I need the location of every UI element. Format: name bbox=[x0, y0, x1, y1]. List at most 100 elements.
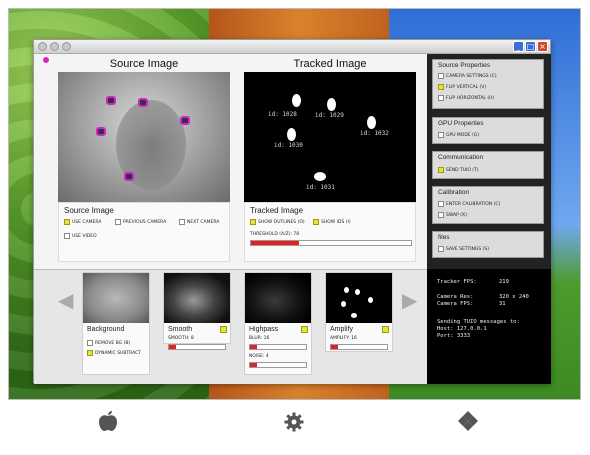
calibration-group: Calibration ENTER CALIBRATION (C) SWAP (… bbox=[432, 186, 544, 224]
source-image-title: Source Image bbox=[109, 58, 179, 70]
minimize-light-icon[interactable] bbox=[50, 42, 59, 51]
camera-settings-option[interactable]: CAMERA SETTINGS (C) bbox=[438, 73, 497, 79]
checkbox[interactable] bbox=[438, 246, 444, 252]
enter-calibration-option[interactable]: ENTER CALIBRATION (C) bbox=[438, 201, 500, 207]
show-outlines-option[interactable]: SHOW OUTLINES (O) bbox=[250, 219, 305, 225]
blob-id-label: id: 1030 bbox=[274, 142, 303, 149]
remove-bg-option[interactable]: REMOVE BG (B) bbox=[87, 340, 130, 346]
panel-heading: Tracked Image bbox=[250, 206, 304, 215]
scroll-left-icon[interactable]: ◀ bbox=[58, 288, 73, 312]
flip-horizontal-option[interactable]: FLIP HORIZONTAL (H) bbox=[438, 95, 494, 101]
show-ids-option[interactable]: SHOW IDS (I) bbox=[313, 219, 351, 225]
scroll-right-icon[interactable]: ▶ bbox=[402, 288, 417, 312]
filter-name: Smooth bbox=[168, 326, 193, 333]
checkbox[interactable] bbox=[438, 212, 444, 218]
dynamic-subtract-option[interactable]: DYNAMIC SUBTRACT bbox=[87, 350, 141, 356]
smooth-label: SMOOTH: 8 bbox=[168, 336, 194, 341]
checkbox[interactable] bbox=[87, 350, 93, 356]
panel-heading: Source Image bbox=[64, 206, 114, 215]
amplified-blob bbox=[368, 297, 373, 303]
threshold-slider[interactable] bbox=[250, 240, 412, 246]
filter-enable-checkbox[interactable] bbox=[382, 326, 389, 333]
minimize-icon[interactable]: _ bbox=[513, 41, 524, 52]
screenshot: _ □ × Source Image Tracked Image id: 102… bbox=[0, 0, 590, 455]
filter-highpass: Highpass BLUR: 16 NOISE: 4 bbox=[244, 272, 312, 375]
checkbox[interactable] bbox=[179, 219, 185, 225]
use-video-option[interactable]: USE VIDEO bbox=[64, 233, 97, 239]
maximize-icon[interactable]: □ bbox=[525, 41, 536, 52]
tracker-stats: Tracker FPS: 219 Camera Res: 320 x 240 C… bbox=[427, 269, 551, 384]
checkbox[interactable] bbox=[250, 219, 256, 225]
filter-enable-checkbox[interactable] bbox=[301, 326, 308, 333]
amplified-blob bbox=[341, 301, 346, 307]
save-settings-option[interactable]: SAVE SETTINGS (S) bbox=[438, 246, 489, 252]
filter-name: Background bbox=[87, 326, 125, 333]
amplify-thumbnail bbox=[326, 273, 392, 323]
checkbox[interactable] bbox=[438, 95, 444, 101]
gpu-mode-option[interactable]: GPU MODE (G) bbox=[438, 132, 479, 138]
group-heading: Calibration bbox=[438, 189, 470, 196]
tuio-host: Host: 127.0.0.1 bbox=[437, 326, 487, 332]
checkbox[interactable] bbox=[64, 233, 70, 239]
previous-camera-option[interactable]: PREVIOUS CAMERA bbox=[115, 219, 166, 225]
tracked-image-view: id: 1028 id: 1029 id: 1030 id: 1032 id: … bbox=[244, 72, 416, 202]
swap-option[interactable]: SWAP (X) bbox=[438, 212, 467, 218]
blob-outline bbox=[138, 98, 148, 107]
filter-smooth: Smooth SMOOTH: 8 bbox=[163, 272, 231, 350]
group-heading: Communication bbox=[438, 154, 484, 161]
checkbox[interactable] bbox=[438, 73, 444, 79]
filter-background: Background REMOVE BG (B) DYNAMIC SUBTRAC… bbox=[82, 272, 150, 375]
apple-icon[interactable] bbox=[98, 410, 118, 432]
checkbox[interactable] bbox=[115, 219, 121, 225]
gpu-properties-group: GPU Properties GPU MODE (G) bbox=[432, 117, 544, 144]
source-properties-group: Source Properties CAMERA SETTINGS (C) FL… bbox=[432, 59, 544, 109]
checkbox[interactable] bbox=[313, 219, 319, 225]
checkbox[interactable] bbox=[87, 340, 93, 346]
checkbox[interactable] bbox=[438, 84, 444, 90]
amplified-blob bbox=[355, 289, 360, 295]
zoom-light-icon[interactable] bbox=[62, 42, 71, 51]
checkbox[interactable] bbox=[64, 219, 70, 225]
filter-name: Amplify bbox=[330, 326, 353, 333]
windows-icon[interactable] bbox=[458, 411, 478, 431]
use-camera-option[interactable]: USE CAMERA bbox=[64, 219, 101, 225]
tracked-image-title: Tracked Image bbox=[293, 58, 367, 70]
blob-outline bbox=[96, 127, 106, 136]
tracked-blob bbox=[287, 128, 296, 141]
group-heading: files bbox=[438, 234, 450, 241]
checkbox[interactable] bbox=[438, 167, 444, 173]
tracked-blob bbox=[314, 172, 326, 181]
smooth-slider[interactable] bbox=[168, 344, 226, 350]
checkbox[interactable] bbox=[438, 132, 444, 138]
camera-res-label: Camera Res: bbox=[437, 294, 474, 300]
checkbox[interactable] bbox=[438, 201, 444, 207]
camera-fps-label: Camera FPS: bbox=[437, 301, 474, 307]
title-bar[interactable]: _ □ × bbox=[34, 40, 550, 54]
blur-slider[interactable] bbox=[249, 344, 307, 350]
slider-fill bbox=[250, 363, 257, 367]
filter-enable-checkbox[interactable] bbox=[220, 326, 227, 333]
slider-fill bbox=[251, 241, 299, 245]
gear-icon[interactable] bbox=[284, 412, 304, 432]
flip-vertical-option[interactable]: FLIP VERTICAL (V) bbox=[438, 84, 486, 90]
blob-outline bbox=[124, 172, 134, 181]
source-image-panel: Source Image USE CAMERA PREVIOUS CAMERA … bbox=[58, 202, 230, 262]
amplified-blob bbox=[351, 313, 357, 318]
noise-slider[interactable] bbox=[249, 362, 307, 368]
platform-icon-bar bbox=[0, 400, 590, 455]
close-light-icon[interactable] bbox=[38, 42, 47, 51]
blob-outline bbox=[106, 96, 116, 105]
tuio-sending-text: Sending TUIO messages to: bbox=[437, 319, 520, 325]
send-tuio-option[interactable]: SEND TUIO (T) bbox=[438, 167, 479, 173]
source-image-view bbox=[58, 72, 230, 202]
blur-label: BLUR: 16 bbox=[249, 336, 270, 341]
next-camera-option[interactable]: NEXT CAMERA bbox=[179, 219, 219, 225]
filter-strip: ◀ ▶ Background REMOVE BG (B) DYNAMIC SUB… bbox=[34, 269, 427, 384]
settings-sidebar: Source Properties CAMERA SETTINGS (C) FL… bbox=[427, 54, 551, 269]
filter-amplify: Amplify AMPLIFY: 16 bbox=[325, 272, 393, 352]
blob-id-label: id: 1028 bbox=[268, 111, 297, 118]
amplify-slider[interactable] bbox=[330, 344, 388, 350]
smooth-thumbnail bbox=[164, 273, 230, 323]
highpass-thumbnail bbox=[245, 273, 311, 323]
close-icon[interactable]: × bbox=[537, 41, 548, 52]
